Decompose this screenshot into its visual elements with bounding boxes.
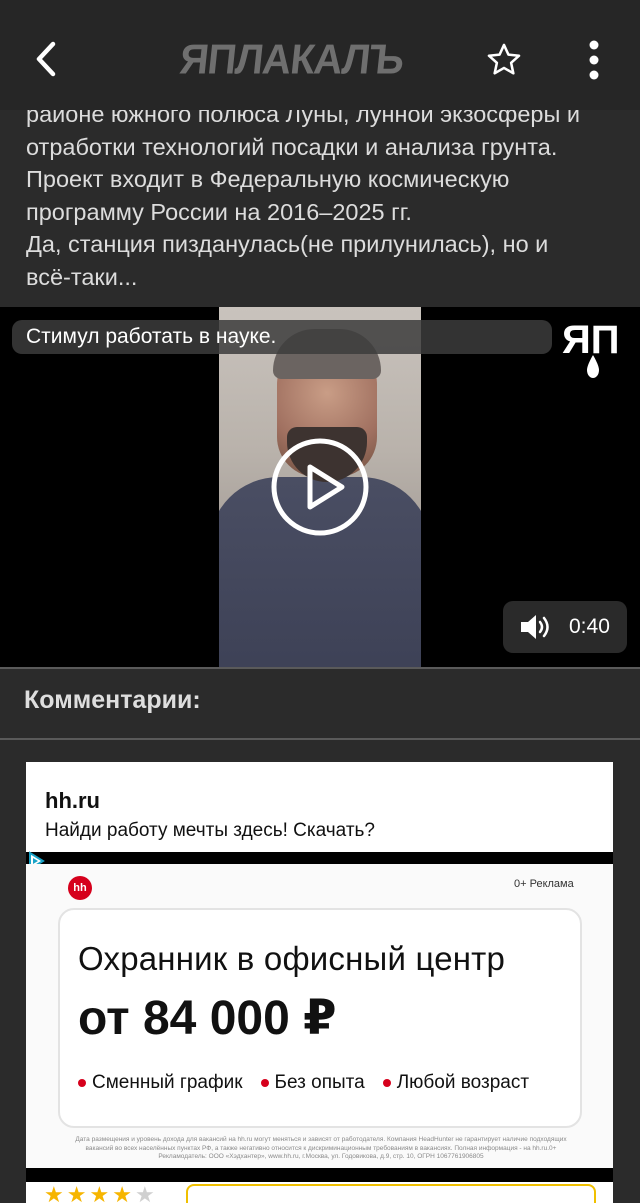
ad-cta-button[interactable] [186, 1184, 596, 1203]
ad-vacancy-card[interactable]: Охранник в офисный центр от 84 000 ₽ Сме… [58, 908, 582, 1128]
ad-feature: Без опыта [260, 1072, 365, 1094]
ad-label: 0+ Реклама [514, 878, 574, 890]
play-circle-icon [271, 438, 369, 536]
ad-features: Сменный график Без опыта Любой возраст [78, 1072, 529, 1094]
post-line: программу России на 2016–2025 гг. [26, 198, 412, 225]
yap-watermark-logo: ЯП [562, 318, 620, 378]
star-filled-icon: ★ [112, 1182, 132, 1203]
post-line: Да, станция пизданулась(не прилунилась),… [26, 231, 549, 257]
post-line: отработки технологий посадки и анализа г… [26, 133, 558, 160]
post-line: Проект входит в Федеральную космическую [26, 166, 510, 192]
star-filled-icon: ★ [66, 1182, 87, 1203]
back-button[interactable] [26, 36, 66, 82]
volume-duration-pill[interactable]: 0:40 [503, 601, 627, 653]
star-outline-icon [487, 43, 521, 75]
advertisement[interactable]: hh.ru Найди работу мечты здесь! Скачать?… [26, 762, 613, 1203]
post-line: всё-таки... [26, 263, 138, 290]
play-button[interactable] [270, 437, 370, 537]
ad-legal-text: Дата размещения и уровень дохода для вак… [75, 1136, 567, 1160]
favorite-button[interactable] [482, 38, 526, 82]
svg-text:ЯП: ЯП [562, 318, 620, 362]
ad-creative[interactable]: hh 0+ Реклама Охранник в офисный центр о… [26, 864, 613, 1170]
star-filled-icon: ★ [44, 1182, 64, 1203]
ad-domain[interactable]: hh.ru [45, 788, 100, 814]
ad-description[interactable]: Найди работу мечты здесь! Скачать? [45, 820, 375, 842]
chevron-left-icon [36, 41, 56, 77]
logo-text: ЯПЛАКАЛЪ [177, 36, 406, 83]
star-empty-icon: ★ [134, 1182, 155, 1203]
video-player[interactable]: Стимул работать в науке. ЯП 0:40 [0, 307, 640, 667]
kebab-menu-icon [589, 40, 599, 80]
speaker-icon[interactable] [519, 613, 553, 641]
ad-job-title: Охранник в офисный центр [78, 940, 506, 977]
divider [0, 667, 640, 669]
ad-feature: Любой возраст [382, 1072, 529, 1094]
star-filled-icon: ★ [89, 1182, 110, 1203]
ad-feature: Сменный график [78, 1072, 243, 1094]
divider [0, 738, 640, 740]
comments-heading: Комментарии: [24, 686, 201, 714]
hh-logo: hh [68, 876, 92, 900]
site-logo[interactable]: ЯПЛАКАЛЪ [177, 36, 460, 84]
ad-rating: ★ ★ ★ ★ ★ [44, 1184, 155, 1203]
video-caption: Стимул работать в науке. [12, 320, 552, 354]
top-bar: ЯПЛАКАЛЪ [0, 0, 640, 110]
ad-salary: от 84 000 ₽ [78, 992, 337, 1045]
more-menu-button[interactable] [574, 36, 614, 84]
post-body: районе южного полюса Луны, лунной экзосф… [26, 98, 626, 293]
video-duration: 0:40 [569, 615, 610, 638]
